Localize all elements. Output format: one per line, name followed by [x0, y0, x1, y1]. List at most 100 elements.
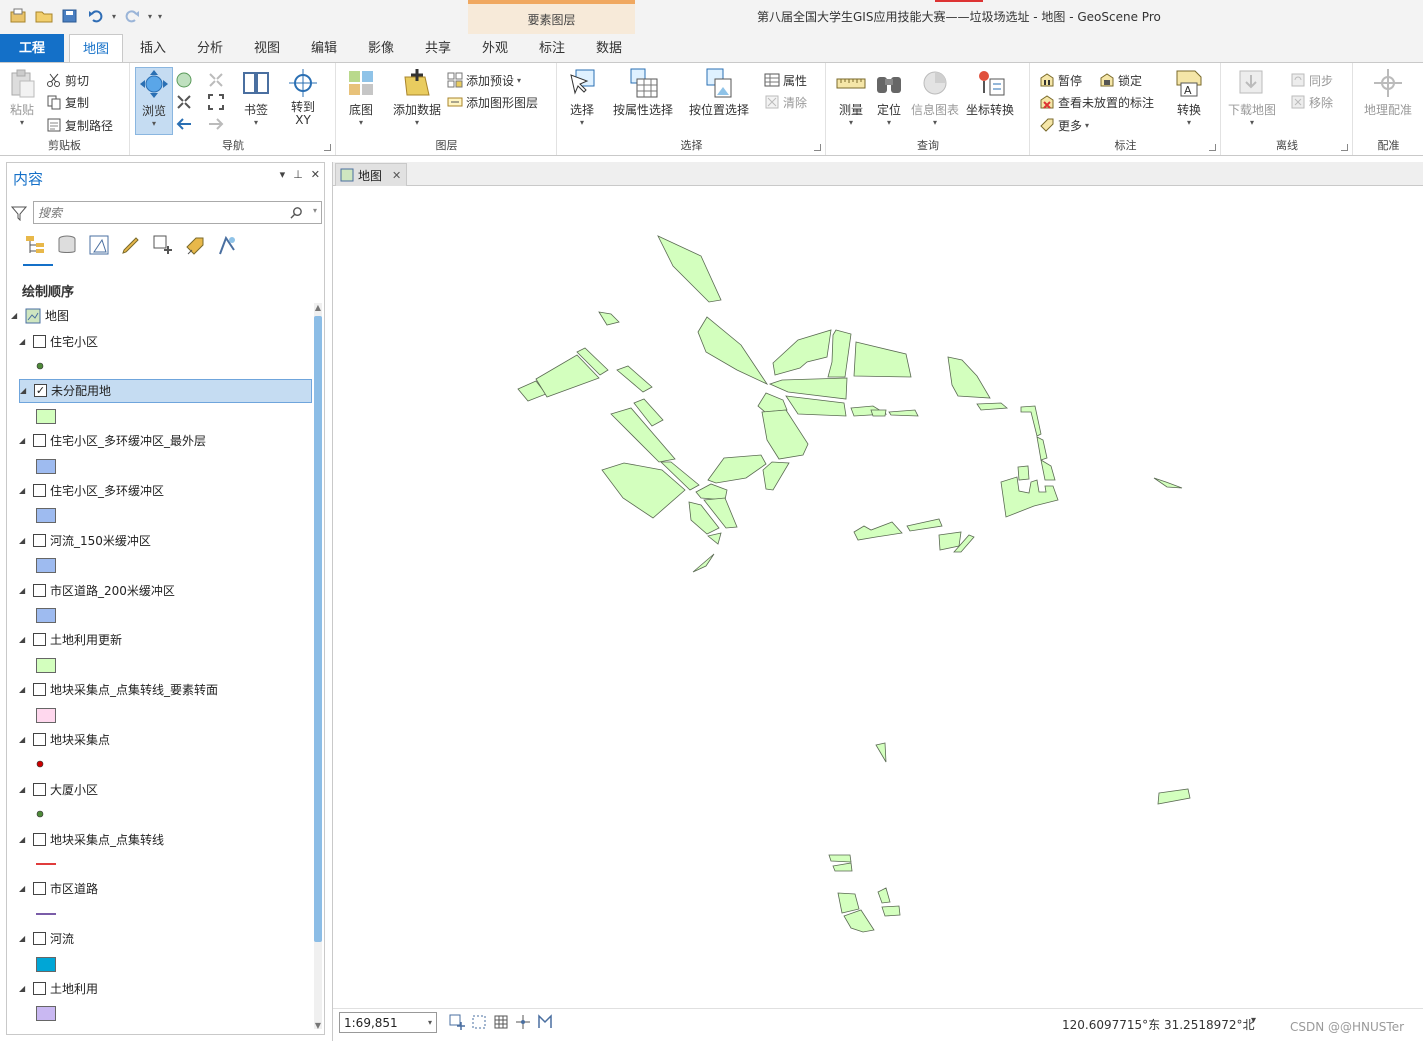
layer-visibility-checkbox[interactable] — [33, 882, 46, 896]
land-parcel[interactable] — [1020, 405, 1042, 437]
collapse-map-icon[interactable]: ◢ — [11, 311, 21, 320]
land-parcel[interactable] — [757, 392, 788, 413]
map-canvas[interactable] — [333, 186, 1423, 1006]
land-parcel[interactable] — [707, 454, 767, 484]
layer-row[interactable]: ◢ 河流_150米缓冲区 — [19, 528, 312, 552]
redo-dropdown-icon[interactable]: ▾ — [148, 12, 152, 21]
copy-button[interactable]: 复制 — [46, 92, 89, 112]
measure-button[interactable]: 测量 ▾ — [831, 67, 871, 127]
land-parcel[interactable] — [762, 461, 790, 491]
explore-button[interactable]: 浏览 ▾ — [135, 67, 173, 135]
view-unplaced-labels-button[interactable]: 查看未放置的标注 — [1039, 92, 1154, 112]
land-parcel[interactable] — [1153, 477, 1183, 489]
select-button[interactable]: 选择 ▾ — [562, 67, 602, 127]
selection-launcher-icon[interactable] — [814, 144, 821, 151]
convert-labels-button[interactable]: A 转换 ▾ — [1169, 67, 1209, 127]
layer-expander-icon[interactable]: ◢ — [19, 785, 29, 794]
layer-line-symbol[interactable] — [36, 907, 56, 925]
land-parcel[interactable] — [692, 553, 715, 573]
add-preset-button[interactable]: 添加预设 ▾ — [447, 70, 521, 90]
navigate-launcher-icon[interactable] — [324, 144, 331, 151]
download-map-button[interactable]: 下载地图 ▾ — [1226, 67, 1278, 127]
next-extent-icon[interactable] — [207, 115, 225, 133]
land-parcel[interactable] — [827, 329, 852, 378]
layer-row[interactable]: ◢ 地块采集点 — [19, 727, 312, 751]
layer-expander-icon[interactable]: ◢ — [19, 835, 29, 844]
labeling-launcher-icon[interactable] — [1209, 144, 1216, 151]
select-by-attributes-button[interactable]: 按属性选择 — [610, 67, 676, 118]
layer-item[interactable]: ◢ 地块采集点_点集转线_要素转面 — [7, 678, 312, 728]
basemap-button[interactable]: 底图 ▾ — [341, 67, 381, 127]
filter-icon[interactable] — [11, 205, 27, 221]
land-parcel[interactable] — [610, 407, 676, 463]
scale-selector[interactable]: 1:69,851 ▾ — [339, 1012, 437, 1033]
layer-visibility-checkbox[interactable]: ✓ — [34, 384, 47, 398]
land-parcel[interactable] — [657, 235, 722, 303]
previous-extent-icon[interactable] — [175, 115, 193, 133]
layer-visibility-checkbox[interactable] — [33, 683, 46, 697]
layer-expander-icon[interactable]: ◢ — [19, 536, 29, 545]
layer-fill-symbol[interactable] — [36, 408, 56, 427]
land-parcel[interactable] — [837, 892, 860, 914]
layer-row[interactable]: ◢ 市区道路_200米缓冲区 — [19, 578, 312, 602]
layer-item[interactable]: ◢ 住宅小区 — [7, 329, 312, 379]
land-parcel[interactable] — [707, 532, 722, 545]
land-parcel[interactable] — [761, 409, 809, 460]
layer-visibility-checkbox[interactable] — [33, 732, 46, 746]
pin-icon[interactable]: ⊥ — [293, 168, 303, 181]
add-data-button[interactable]: 添加数据 ▾ — [391, 67, 443, 127]
layer-item[interactable]: ◢ 河流 — [7, 927, 312, 977]
layer-row[interactable]: ◢ 市区道路 — [19, 877, 312, 901]
land-parcel[interactable] — [877, 887, 891, 904]
layer-item[interactable]: ◢ 市区道路_200米缓冲区 — [7, 578, 312, 628]
layer-fill-symbol[interactable] — [36, 608, 56, 626]
list-by-perspective-imagery-icon[interactable] — [215, 233, 239, 257]
land-parcel[interactable] — [1040, 459, 1056, 481]
grid-selection-icon[interactable] — [449, 1014, 465, 1030]
layer-visibility-checkbox[interactable] — [33, 932, 46, 946]
zoom-in-fixed-icon[interactable] — [175, 93, 193, 111]
layer-fill-symbol[interactable] — [36, 558, 56, 576]
layer-expander-icon[interactable]: ◢ — [19, 436, 29, 445]
layer-item[interactable]: ◢ 土地利用 — [7, 976, 312, 1026]
layer-item[interactable]: ◢ 地块采集点_点集转线 — [7, 827, 312, 877]
scroll-down-icon[interactable]: ▼ — [314, 1021, 322, 1030]
layer-fill-symbol[interactable] — [36, 458, 56, 477]
customize-qat-icon[interactable]: ▾ — [158, 12, 162, 21]
coordinate-conversion-button[interactable]: 坐标转换 — [963, 67, 1017, 118]
land-parcel[interactable] — [853, 521, 903, 541]
list-by-data-source-icon[interactable] — [55, 233, 79, 257]
list-by-labeling-icon[interactable] — [183, 233, 207, 257]
tab-data[interactable]: 数据 — [584, 34, 634, 62]
remove-offline-button[interactable]: 移除 — [1290, 92, 1333, 112]
layer-item[interactable]: ◢ 大厦小区 — [7, 777, 312, 827]
goto-xy-button[interactable]: 转到 XY — [283, 67, 323, 127]
list-by-selection-icon[interactable] — [87, 233, 111, 257]
layer-expander-icon[interactable]: ◢ — [19, 635, 29, 644]
save-project-icon[interactable] — [60, 6, 80, 26]
layer-expander-icon[interactable]: ◢ — [19, 685, 29, 694]
list-by-drawing-order-icon[interactable] — [23, 233, 47, 257]
land-parcel[interactable] — [598, 311, 620, 326]
land-parcel[interactable] — [832, 862, 853, 872]
layer-fill-symbol[interactable] — [36, 1006, 56, 1024]
layer-item[interactable]: ◢ 河流_150米缓冲区 — [7, 528, 312, 578]
scroll-up-icon[interactable]: ▲ — [314, 303, 322, 312]
tab-edit[interactable]: 编辑 — [299, 34, 349, 62]
land-parcel[interactable] — [1157, 788, 1191, 805]
pause-labeling-button[interactable]: 暂停 — [1039, 70, 1082, 90]
tab-share[interactable]: 共享 — [413, 34, 463, 62]
globe-icon[interactable] — [175, 71, 193, 89]
land-parcel[interactable] — [768, 377, 848, 400]
search-input[interactable] — [38, 204, 278, 221]
paste-button[interactable]: 粘贴 ▾ — [4, 67, 40, 127]
undo-icon[interactable] — [86, 6, 106, 26]
land-parcel[interactable] — [1000, 476, 1059, 518]
land-parcel[interactable] — [881, 905, 901, 917]
layer-row[interactable]: ◢ 土地利用 — [19, 976, 312, 1000]
layer-expander-icon[interactable]: ◢ — [19, 934, 29, 943]
land-parcel[interactable] — [976, 402, 1009, 411]
land-parcel[interactable] — [906, 518, 943, 532]
snapping-toggle-icon[interactable] — [471, 1014, 487, 1030]
sync-button[interactable]: 同步 — [1290, 70, 1333, 90]
